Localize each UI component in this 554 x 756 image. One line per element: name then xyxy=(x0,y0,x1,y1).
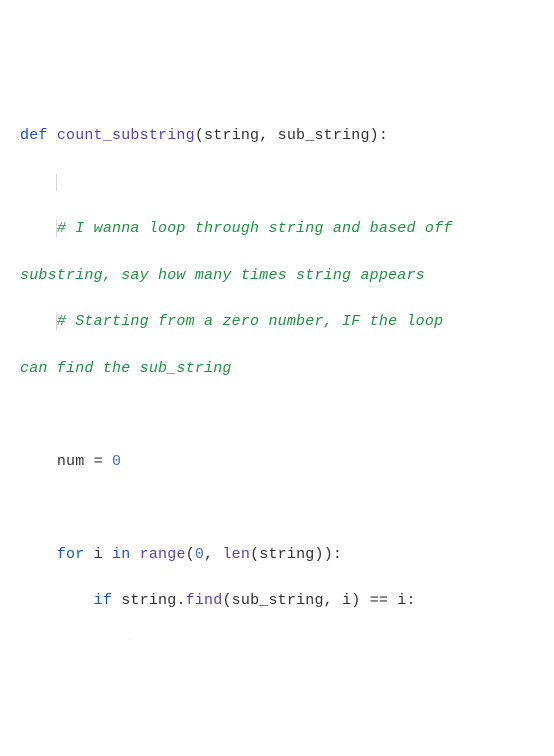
text: , xyxy=(204,546,222,563)
text xyxy=(130,546,139,563)
code-line: # I wanna loop through string and based … xyxy=(4,217,554,240)
number-literal: 0 xyxy=(112,453,121,470)
indent-guide xyxy=(56,174,57,191)
gutter xyxy=(4,403,20,422)
code-editor[interactable]: def count_substring(string, sub_string):… xyxy=(0,93,554,640)
text xyxy=(48,127,57,144)
gutter xyxy=(4,450,20,469)
assignment: num = xyxy=(57,453,112,470)
number-literal: 1 xyxy=(195,639,204,640)
comment-wrap: substring, say how many times string app… xyxy=(20,267,425,284)
code-line-blank xyxy=(4,496,554,519)
code-line: num += 1 xyxy=(4,636,554,640)
builtin-range: range xyxy=(140,546,186,563)
code-line: num = 0 xyxy=(4,450,554,473)
function-name: count_substring xyxy=(57,127,195,144)
gutter xyxy=(4,496,20,515)
keyword-def: def xyxy=(20,127,48,144)
assignment: num += xyxy=(130,639,194,640)
text: ( xyxy=(186,546,195,563)
keyword-for: for xyxy=(57,546,85,563)
gutter xyxy=(4,636,20,640)
text: i xyxy=(84,546,112,563)
code-line: for i in range(0, len(string)): xyxy=(4,543,554,566)
keyword-in: in xyxy=(112,546,130,563)
gutter xyxy=(4,543,20,562)
comment: # Starting from a zero number, IF the lo… xyxy=(57,313,443,330)
gutter xyxy=(4,357,20,376)
code-line: # Starting from a zero number, IF the lo… xyxy=(4,310,554,333)
builtin-len: len xyxy=(222,546,250,563)
code-line: substring, say how many times string app… xyxy=(4,264,554,287)
code-line: can find the sub_string xyxy=(4,357,554,380)
code-line-blank xyxy=(4,171,554,194)
comment: # I wanna loop through string and based … xyxy=(57,220,453,237)
keyword-if: if xyxy=(94,592,112,609)
gutter xyxy=(4,171,20,190)
code-line: if string.find(sub_string, i) == i: xyxy=(4,589,554,612)
code-line: def count_substring(string, sub_string): xyxy=(4,124,554,147)
text: string. xyxy=(112,592,186,609)
number-literal: 0 xyxy=(195,546,204,563)
code-line-blank xyxy=(4,403,554,426)
gutter xyxy=(4,589,20,608)
method-find: find xyxy=(186,592,223,609)
gutter xyxy=(4,264,20,283)
text: (sub_string, i) == i: xyxy=(222,592,415,609)
gutter xyxy=(4,217,20,236)
gutter xyxy=(4,124,20,143)
params: (string, sub_string): xyxy=(195,127,388,144)
gutter xyxy=(4,310,20,329)
comment-wrap: can find the sub_string xyxy=(20,360,232,377)
text: (string)): xyxy=(250,546,342,563)
